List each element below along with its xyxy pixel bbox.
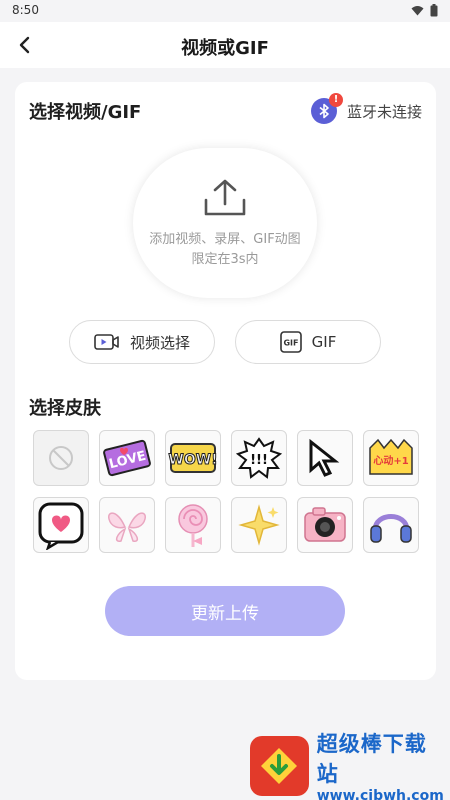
- status-time: 8:50: [12, 3, 39, 17]
- skin-lollipop[interactable]: [165, 497, 221, 553]
- wings-icon: [108, 512, 146, 542]
- gif-select-label: GIF: [311, 333, 337, 351]
- update-upload-button[interactable]: 更新上传: [105, 586, 345, 636]
- main-card: 选择视频/GIF ! 蓝牙未连接 添加视频、录屏、GIF动图 限定在3s内 视频…: [15, 82, 436, 680]
- video-camera-icon: [94, 334, 119, 350]
- skin-exclaim-text: !!!: [250, 453, 268, 468]
- status-bar: 8:50: [0, 0, 450, 22]
- skin-crown[interactable]: 心动+1: [363, 430, 419, 486]
- skin-none[interactable]: [33, 430, 89, 486]
- skin-heart-bubble[interactable]: [33, 497, 89, 553]
- skin-cursor[interactable]: [297, 430, 353, 486]
- headphones-icon: [370, 514, 412, 543]
- pixel-heart-icon: [38, 502, 84, 550]
- skin-wings[interactable]: [99, 497, 155, 553]
- alert-badge: !: [328, 93, 343, 107]
- watermark: 超级棒下载站 www.cjbwh.com: [250, 732, 446, 800]
- skin-sparkle[interactable]: [231, 497, 287, 553]
- skin-exclaim[interactable]: !!!: [231, 430, 287, 486]
- skin-love[interactable]: LOVE: [99, 430, 155, 486]
- camera-icon: [304, 507, 346, 542]
- watermark-logo: [250, 736, 309, 796]
- wifi-icon: [411, 6, 424, 16]
- bluetooth-status[interactable]: ! 蓝牙未连接: [310, 93, 422, 124]
- gif-select-button[interactable]: GIF GIF: [235, 320, 381, 364]
- lollipop-icon: [178, 504, 208, 547]
- video-select-button[interactable]: 视频选择: [69, 320, 215, 364]
- upload-icon: [204, 179, 246, 216]
- battery-icon: [430, 4, 438, 17]
- video-select-label: 视频选择: [129, 333, 190, 352]
- nav-bar: 视频或GIF: [0, 22, 450, 68]
- pixel-cursor-icon: [309, 438, 340, 477]
- skin-wow-text: WOW!: [168, 452, 217, 468]
- skin-crown-text: 心动+1: [373, 454, 408, 467]
- watermark-url: www.cjbwh.com: [316, 788, 444, 800]
- gif-icon-text: GIF: [283, 339, 298, 348]
- gif-file-icon: GIF: [279, 331, 302, 353]
- watermark-title: 超级棒下载站: [316, 732, 427, 786]
- skin-grid: LOVE WOW! !!! 心动+1: [33, 430, 419, 564]
- skin-headphones[interactable]: [363, 497, 419, 553]
- no-skin-icon: [49, 446, 73, 470]
- select-video-title: 选择视频/GIF: [29, 102, 142, 123]
- bluetooth-status-text: 蓝牙未连接: [346, 102, 422, 121]
- page-title: 视频或GIF: [181, 38, 269, 59]
- sparkle-icon: [238, 504, 280, 546]
- skin-camera[interactable]: [297, 497, 353, 553]
- select-skin-title: 选择皮肤: [29, 398, 101, 419]
- skin-wow[interactable]: WOW!: [165, 430, 221, 486]
- upload-hint: 添加视频、录屏、GIF动图: [149, 232, 301, 247]
- upload-limit: 限定在3s内: [191, 252, 259, 267]
- status-icons: [411, 4, 438, 17]
- upload-area[interactable]: 添加视频、录屏、GIF动图 限定在3s内: [133, 148, 317, 298]
- bluetooth-icon: !: [310, 93, 343, 124]
